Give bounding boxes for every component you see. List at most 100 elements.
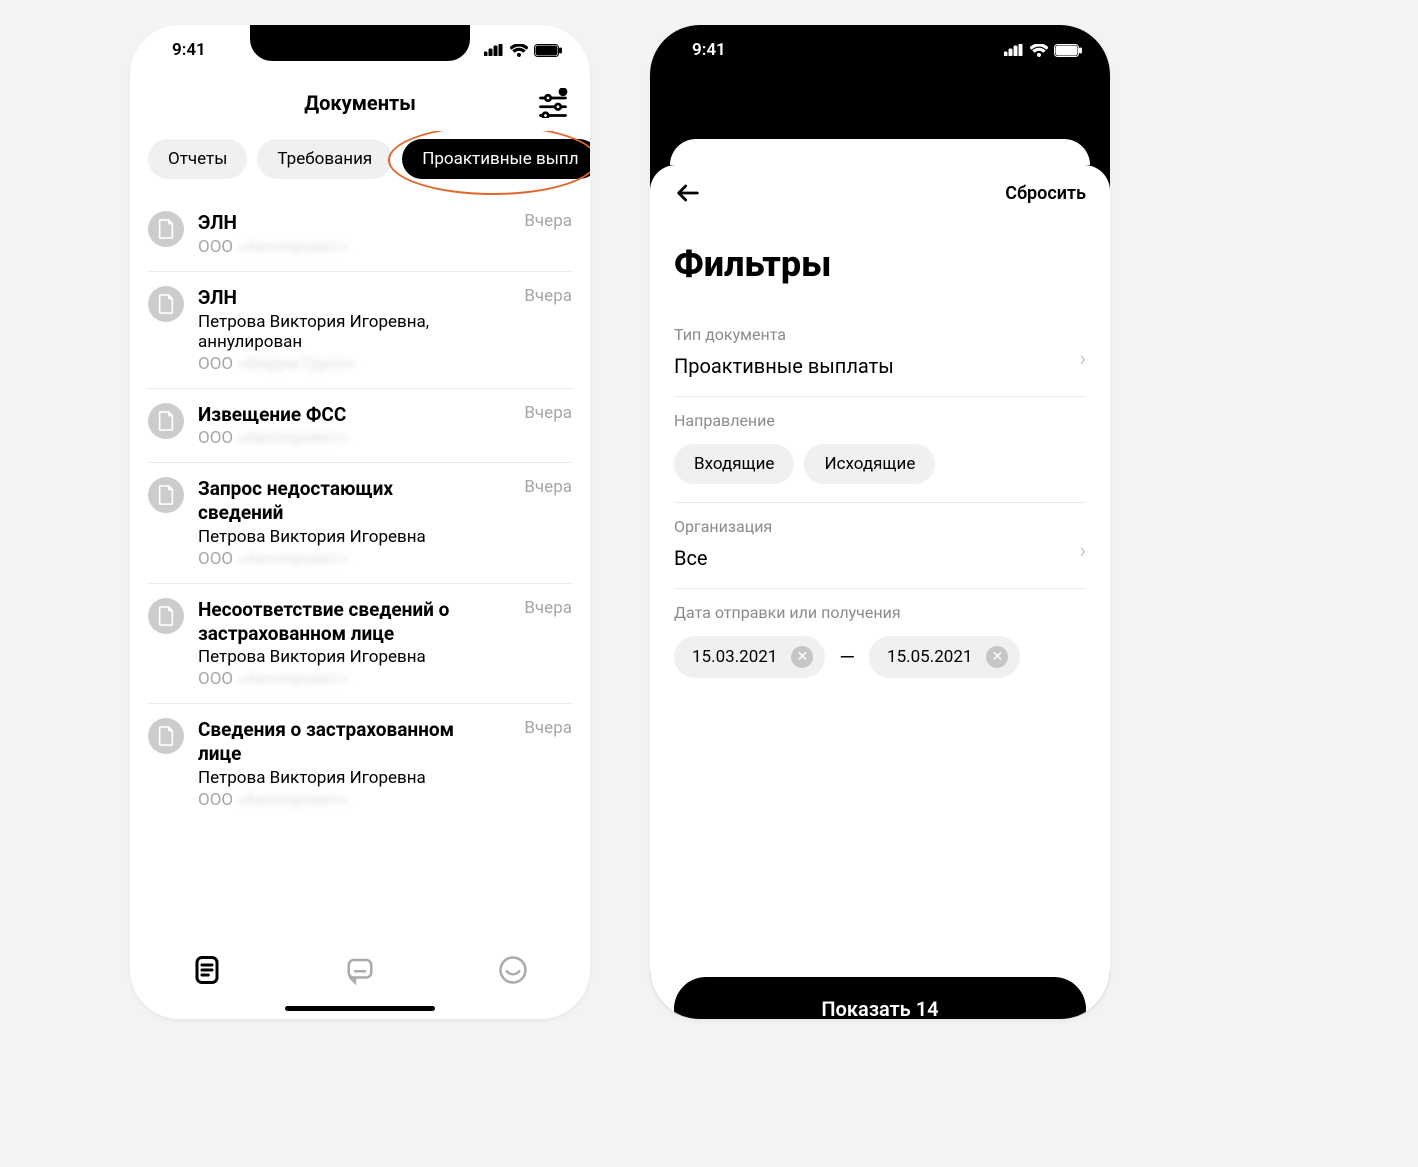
row-title: Извещение ФСС	[198, 403, 458, 427]
filter-direction: Направление Входящие Исходящие	[674, 397, 1086, 503]
row-content: ЭЛН ООО «Автопроект»	[198, 211, 510, 257]
status-time: 9:41	[692, 40, 726, 60]
chip-proactive-label: Проактивные выпл	[422, 149, 578, 169]
row-content: Извещение ФСС ООО «Автопроект»	[198, 403, 510, 449]
filter-doc-type[interactable]: Тип документа Проактивные выплаты ›	[674, 311, 1086, 397]
sheet-backdrop	[650, 75, 1110, 165]
filter-date-range: Дата отправки или получения 15.03.2021 ✕…	[674, 589, 1086, 696]
filter-toggle-button[interactable]	[538, 88, 568, 118]
tab-profile[interactable]	[492, 949, 534, 991]
status-icons	[484, 44, 562, 57]
document-icon	[192, 955, 222, 985]
row-subtitle: Петрова Виктория Игоревна	[198, 647, 510, 667]
apply-filters-button[interactable]: Показать 14	[674, 977, 1086, 1019]
row-title: Сведения о застрахованном лице	[198, 718, 458, 766]
row-content: ЭЛН Петрова Виктория Игоревна, аннулиров…	[198, 286, 510, 374]
direction-label: Направление	[674, 411, 1086, 430]
row-date: Вчера	[524, 403, 572, 449]
document-icon	[148, 211, 184, 247]
status-icons	[1004, 44, 1082, 57]
chip-reports[interactable]: Отчеты	[148, 139, 247, 179]
direction-incoming-chip[interactable]: Входящие	[674, 444, 794, 484]
row-content: Сведения о застрахованном лице Петрова В…	[198, 718, 510, 810]
document-row[interactable]: Извещение ФСС ООО «Автопроект» Вчера	[148, 389, 572, 464]
phone-filters-sheet: 9:41 Сбросить Фильтры Тип документа Проа…	[650, 25, 1110, 1019]
signal-icon	[1004, 44, 1024, 56]
row-title: ЭЛН	[198, 211, 458, 235]
nav-bar: Документы	[130, 75, 590, 131]
filter-chips: Отчеты Требования Проактивные выпл	[130, 131, 590, 197]
phone-documents-list: 9:41 Документы Отчеты Требования Проакти…	[130, 25, 590, 1019]
document-row[interactable]: Сведения о застрахованном лице Петрова В…	[148, 704, 572, 824]
clear-date-from-button[interactable]: ✕	[791, 646, 813, 668]
tab-chats[interactable]	[339, 949, 381, 991]
doc-type-value: Проактивные выплаты	[674, 354, 1086, 378]
document-row[interactable]: Запрос недостающих сведений Петрова Викт…	[148, 463, 572, 584]
row-subtitle: Петрова Виктория Игоревна, аннулирован	[198, 312, 510, 352]
back-button[interactable]	[674, 179, 702, 207]
row-organization: ООО «Форум Групп»	[198, 354, 510, 374]
document-icon	[148, 477, 184, 513]
device-notch	[770, 25, 990, 61]
date-label: Дата отправки или получения	[674, 603, 1086, 622]
status-time: 9:41	[172, 40, 206, 60]
row-date: Вчера	[524, 598, 572, 690]
wifi-icon	[510, 44, 528, 57]
documents-list[interactable]: ЭЛН ООО «Автопроект» Вчера ЭЛН Петрова В…	[130, 197, 590, 824]
clear-date-to-button[interactable]: ✕	[986, 646, 1008, 668]
sheet-peek	[670, 139, 1090, 165]
row-title: ЭЛН	[198, 286, 458, 310]
row-organization: ООО «Автопроект»	[198, 428, 510, 448]
document-row[interactable]: ЭЛН Петрова Виктория Игоревна, аннулиров…	[148, 272, 572, 389]
row-date: Вчера	[524, 477, 572, 569]
filters-sheet: Сбросить Фильтры Тип документа Проактивн…	[650, 165, 1110, 1019]
wifi-icon	[1030, 44, 1048, 57]
row-date: Вчера	[524, 286, 572, 374]
document-icon	[148, 403, 184, 439]
date-to-chip[interactable]: 15.05.2021 ✕	[869, 636, 1020, 678]
chip-requirements[interactable]: Требования	[257, 139, 392, 179]
organization-value: Все	[674, 546, 1086, 570]
row-date: Вчера	[524, 718, 572, 810]
row-organization: ООО «Автопроект»	[198, 669, 510, 689]
tab-documents[interactable]	[186, 949, 228, 991]
row-organization: ООО «Автопроект»	[198, 790, 510, 810]
sliders-icon	[538, 88, 568, 118]
row-title: Запрос недостающих сведений	[198, 477, 458, 525]
arrow-left-icon	[674, 179, 702, 207]
date-from-value: 15.03.2021	[692, 647, 777, 667]
date-to-value: 15.05.2021	[887, 647, 972, 667]
date-range-dash: —	[839, 645, 855, 669]
row-organization: ООО «Автопроект»	[198, 549, 510, 569]
row-content: Запрос недостающих сведений Петрова Викт…	[198, 477, 510, 569]
row-subtitle: Петрова Виктория Игоревна	[198, 768, 510, 788]
chevron-right-icon: ›	[1079, 346, 1086, 371]
organization-label: Организация	[674, 517, 1086, 536]
battery-icon	[534, 44, 562, 57]
document-icon	[148, 286, 184, 322]
row-content: Несоответствие сведений о застрахованном…	[198, 598, 510, 690]
document-row[interactable]: Несоответствие сведений о застрахованном…	[148, 584, 572, 705]
direction-outgoing-chip[interactable]: Исходящие	[804, 444, 935, 484]
sheet-title: Фильтры	[674, 243, 1086, 285]
document-icon	[148, 718, 184, 754]
row-organization: ООО «Автопроект»	[198, 237, 510, 257]
doc-type-label: Тип документа	[674, 325, 1086, 344]
battery-icon	[1054, 44, 1082, 57]
date-from-chip[interactable]: 15.03.2021 ✕	[674, 636, 825, 678]
signal-icon	[484, 44, 504, 56]
document-row[interactable]: ЭЛН ООО «Автопроект» Вчера	[148, 197, 572, 272]
row-subtitle: Петрова Виктория Игоревна	[198, 527, 510, 547]
sheet-header: Сбросить	[674, 165, 1086, 221]
document-icon	[148, 598, 184, 634]
home-indicator	[285, 1006, 435, 1011]
row-date: Вчера	[524, 211, 572, 257]
filter-organization[interactable]: Организация Все ›	[674, 503, 1086, 589]
smile-icon	[498, 955, 528, 985]
page-title: Документы	[304, 91, 416, 115]
reset-button[interactable]: Сбросить	[1005, 183, 1086, 204]
chevron-right-icon: ›	[1079, 538, 1086, 563]
chat-icon	[345, 955, 375, 985]
row-title: Несоответствие сведений о застрахованном…	[198, 598, 458, 646]
chip-proactive-payouts[interactable]: Проактивные выпл	[402, 139, 590, 179]
